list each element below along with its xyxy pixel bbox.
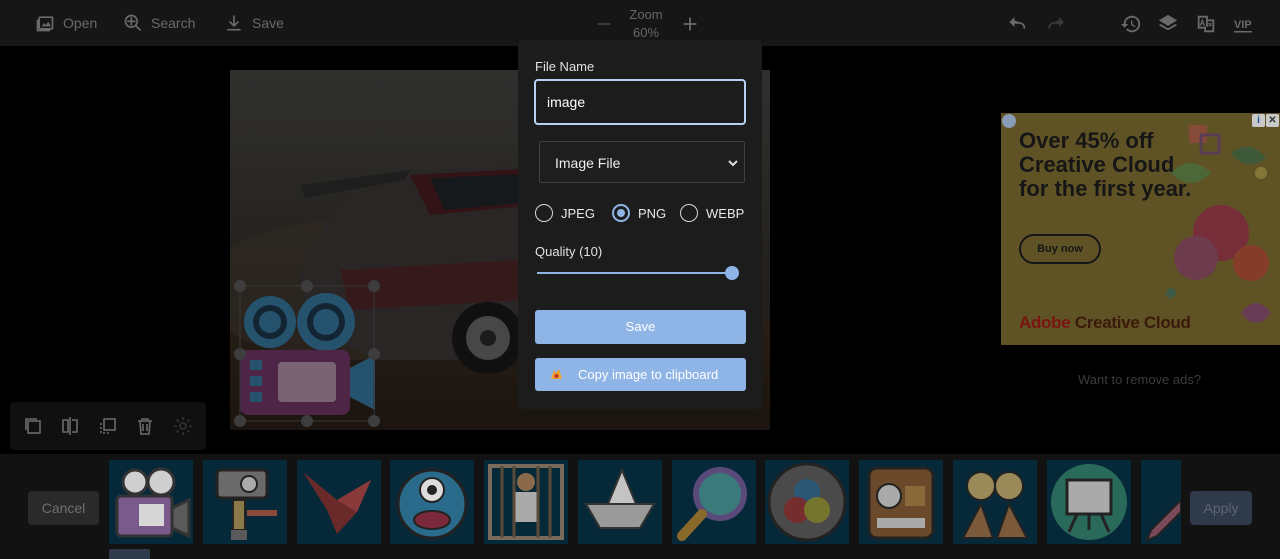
- redo-button[interactable]: [1045, 13, 1067, 35]
- radio-circle-png: [612, 204, 630, 222]
- remove-ads-link[interactable]: Want to remove ads?: [1078, 372, 1201, 387]
- radio-circle-webp: [680, 204, 698, 222]
- lightbulb-hands-sticker[interactable]: [953, 460, 1037, 544]
- format-label-jpeg: JPEG: [561, 205, 595, 221]
- ad-close-icon[interactable]: ✕: [1266, 114, 1279, 127]
- save-toolbar-button[interactable]: Save: [224, 12, 284, 34]
- quality-slider-track[interactable]: [537, 272, 733, 274]
- prisoner-sticker[interactable]: [484, 460, 568, 544]
- history-icon: [1120, 15, 1141, 33]
- video-camera-sticker-art: [115, 467, 191, 539]
- translate-button[interactable]: [1195, 13, 1217, 35]
- quality-label: Quality (10): [535, 244, 603, 259]
- download-icon: [227, 15, 241, 31]
- apply-button[interactable]: Apply: [1190, 491, 1252, 525]
- redo-icon: [1048, 17, 1064, 29]
- ad-buy-now-button[interactable]: Buy now: [1019, 234, 1101, 264]
- ad-choices-icon[interactable]: [1002, 114, 1016, 128]
- ad-info-icon[interactable]: i: [1252, 114, 1265, 127]
- clipboard-emoji-icon: [551, 369, 562, 379]
- duplicate-button[interactable]: [23, 416, 43, 436]
- easel-sticker[interactable]: [1047, 460, 1131, 544]
- history-button[interactable]: [1120, 13, 1142, 35]
- open-label: Open: [63, 15, 98, 31]
- radio-sticker[interactable]: [859, 460, 943, 544]
- object-tools: [10, 402, 206, 450]
- ad-brand: Adobe Creative Cloud: [1019, 313, 1191, 333]
- plus-icon: [683, 17, 697, 31]
- svg-text:VIP: VIP: [1234, 19, 1252, 31]
- pen-sticker[interactable]: [1141, 460, 1182, 544]
- flip-icon: [62, 417, 78, 435]
- quality-slider-thumb[interactable]: [725, 266, 739, 280]
- ad-brand-cc: Creative Cloud: [1070, 313, 1191, 332]
- translate-icon: [1197, 15, 1215, 33]
- copy-button-label: Copy image to clipboard: [578, 367, 719, 382]
- format-label-png: PNG: [638, 205, 667, 221]
- cancel-button[interactable]: Cancel: [28, 491, 99, 525]
- origami-bird-sticker[interactable]: [297, 460, 381, 544]
- zoom-out-button[interactable]: [593, 13, 615, 35]
- search-label: Search: [151, 15, 196, 31]
- save-dialog: File Name Image File JPEG PNG WEBP Quali…: [518, 40, 762, 409]
- sticker-category-tab[interactable]: [109, 549, 150, 559]
- trash-icon: [138, 418, 152, 435]
- advertisement[interactable]: Over 45% off Creative Cloud for the firs…: [1001, 113, 1280, 345]
- bring-front-icon: [100, 418, 116, 434]
- format-label-webp: WEBP: [706, 205, 745, 221]
- file-name-input[interactable]: [534, 79, 746, 125]
- chevron-down-icon: [728, 160, 738, 167]
- settings-icon: [174, 417, 192, 435]
- zoom-title: Zoom: [629, 7, 663, 22]
- video-camera-sticker[interactable]: [109, 460, 193, 544]
- paper-boat-sticker[interactable]: [578, 460, 662, 544]
- vip-icon: VIP: [1234, 19, 1252, 33]
- monster-sticker[interactable]: [390, 460, 474, 544]
- magnifier-sticker[interactable]: [672, 460, 756, 544]
- globe-search-icon: [124, 14, 142, 31]
- delete-button[interactable]: [135, 416, 155, 436]
- undo-icon: [1009, 17, 1026, 29]
- format-radio-png[interactable]: PNG: [612, 204, 666, 222]
- ad-brand-adobe: Adobe: [1019, 313, 1071, 332]
- copy-to-clipboard-button[interactable]: Copy image to clipboard: [535, 358, 746, 391]
- layers-button[interactable]: [1157, 13, 1179, 35]
- duplicate-icon: [25, 418, 41, 434]
- open-button[interactable]: Open: [35, 12, 97, 34]
- zoom-in-button[interactable]: [679, 13, 701, 35]
- radio-circle-jpeg: [535, 204, 553, 222]
- format-radio-webp[interactable]: WEBP: [680, 204, 744, 222]
- vip-button[interactable]: VIP: [1233, 14, 1255, 36]
- file-type-value: Image File: [555, 155, 621, 171]
- image-icon: [36, 16, 54, 32]
- search-button[interactable]: Search: [123, 12, 195, 34]
- layers-icon: [1158, 14, 1178, 31]
- format-radio-jpeg[interactable]: JPEG: [535, 204, 595, 222]
- undo-button[interactable]: [1007, 13, 1029, 35]
- minus-icon: [597, 23, 611, 25]
- camera-rig-sticker[interactable]: [203, 460, 287, 544]
- settings-button[interactable]: [173, 416, 193, 436]
- file-type-select[interactable]: Image File: [539, 141, 745, 183]
- save-toolbar-label: Save: [252, 15, 284, 31]
- flip-button[interactable]: [60, 416, 80, 436]
- bring-front-button[interactable]: [98, 416, 118, 436]
- color-circles-sticker[interactable]: [765, 460, 849, 544]
- save-button[interactable]: Save: [535, 310, 746, 344]
- file-name-label: File Name: [535, 59, 595, 74]
- zoom-readout: Zoom 60%: [620, 6, 672, 42]
- ad-headline: Over 45% off Creative Cloud for the firs…: [1019, 128, 1192, 201]
